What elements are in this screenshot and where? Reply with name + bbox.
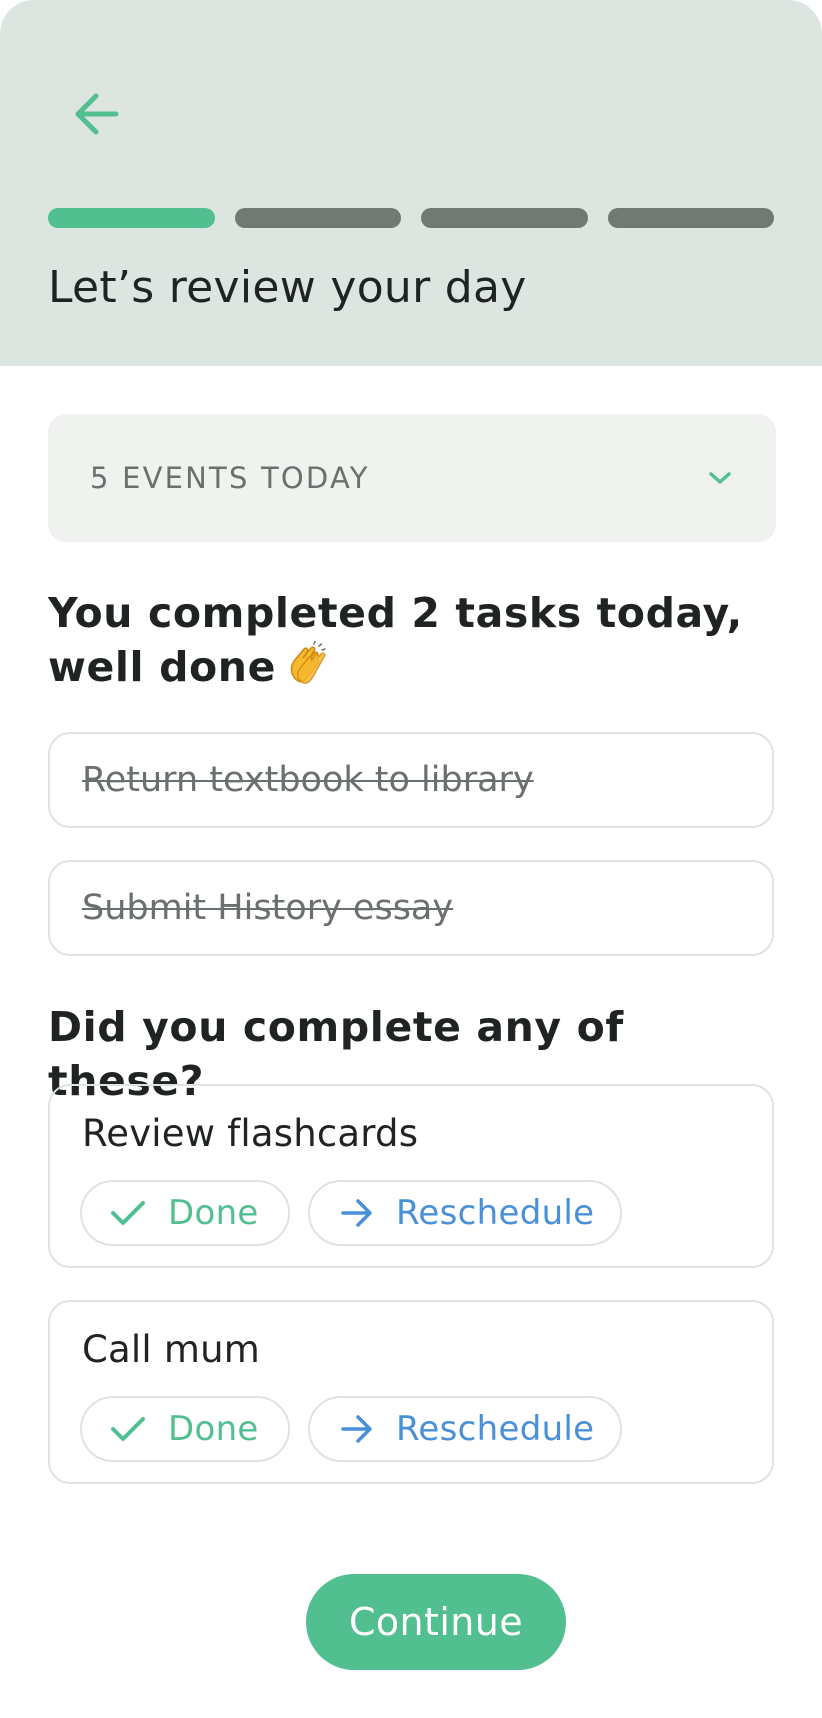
pending-task-title: Call mum — [82, 1328, 260, 1371]
progress-step-1 — [48, 208, 215, 228]
reschedule-button[interactable]: Reschedule — [308, 1180, 622, 1246]
continue-button-label: Continue — [348, 1600, 524, 1644]
back-button[interactable] — [66, 84, 126, 144]
completed-task-label: Return textbook to library — [82, 760, 534, 800]
completed-task-item: Submit History essay — [48, 860, 774, 956]
reschedule-button-label: Reschedule — [396, 1409, 595, 1449]
progress-steps — [48, 208, 774, 228]
completed-task-item: Return textbook to library — [48, 732, 774, 828]
check-icon — [111, 1417, 145, 1441]
header: Let’s review your day — [0, 0, 822, 366]
completed-task-label: Submit History essay — [82, 888, 454, 928]
pending-task-title: Review flashcards — [82, 1112, 419, 1155]
done-button[interactable]: Done — [80, 1396, 290, 1462]
pending-task-actions: Done Reschedule — [80, 1180, 622, 1246]
clapping-hands-emoji — [284, 640, 330, 700]
progress-step-3 — [421, 208, 588, 228]
completed-heading: You completed 2 tasks today, well done — [48, 586, 788, 700]
page-title: Let’s review your day — [48, 262, 527, 313]
done-button[interactable]: Done — [80, 1180, 290, 1246]
clapping-hands-icon — [290, 640, 326, 684]
reschedule-button[interactable]: Reschedule — [308, 1396, 622, 1462]
arrow-left-icon — [75, 93, 119, 135]
pending-task-card: Review flashcards Done Reschedule — [48, 1084, 774, 1268]
pending-task-actions: Done Reschedule — [80, 1396, 622, 1462]
done-button-label: Done — [168, 1193, 259, 1233]
pending-task-card: Call mum Done Reschedule — [48, 1300, 774, 1484]
progress-step-2 — [234, 208, 401, 228]
review-day-screen: Let’s review your day 5 EVENTS TODAY You… — [0, 0, 822, 1718]
check-icon — [111, 1201, 145, 1225]
arrow-right-icon — [341, 1199, 372, 1227]
reschedule-button-label: Reschedule — [396, 1193, 595, 1233]
events-dropdown-label: 5 EVENTS TODAY — [90, 461, 370, 495]
done-button-label: Done — [168, 1409, 259, 1449]
arrow-right-icon — [341, 1415, 372, 1443]
continue-button[interactable]: Continue — [306, 1574, 566, 1670]
completed-heading-text: You completed 2 tasks today, well done — [48, 589, 743, 691]
events-dropdown[interactable]: 5 EVENTS TODAY — [48, 414, 776, 542]
chevron-down-icon — [709, 472, 731, 484]
progress-step-4 — [607, 208, 774, 228]
